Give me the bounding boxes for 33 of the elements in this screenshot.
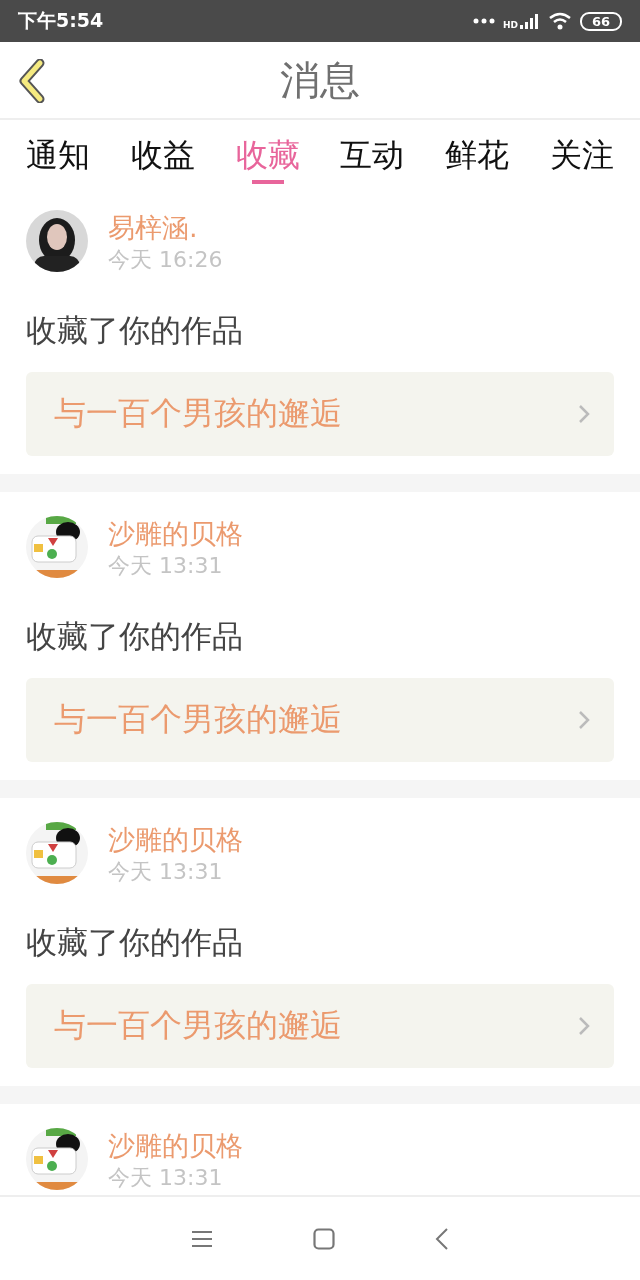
- tab[interactable]: 通知: [26, 120, 90, 190]
- page-title: 消息: [280, 55, 360, 105]
- user-name[interactable]: 沙雕的贝格: [108, 1128, 243, 1164]
- tab[interactable]: 关注: [550, 120, 614, 190]
- message-text: 收藏了你的作品: [26, 923, 244, 962]
- back-icon[interactable]: [435, 1226, 449, 1251]
- wifi-icon: [547, 12, 572, 30]
- chevron-right-icon: [578, 710, 590, 730]
- work-link[interactable]: 与一百个男孩的邂逅: [26, 678, 614, 762]
- tab[interactable]: 收藏: [235, 120, 300, 190]
- battery-indicator: 66: [579, 11, 622, 31]
- tab[interactable]: 鲜花: [445, 120, 510, 190]
- user-name[interactable]: 沙雕的贝格: [108, 516, 243, 552]
- menu-icon[interactable]: [191, 1229, 213, 1248]
- message-time: 今天 13:31: [108, 858, 224, 886]
- dots-icon: [472, 18, 495, 24]
- tab[interactable]: 互动: [340, 120, 405, 190]
- network-type: HD: [502, 19, 518, 30]
- work-link[interactable]: 与一百个男孩的邂逅: [26, 372, 614, 456]
- user-name[interactable]: 易梓涵.: [108, 210, 223, 246]
- work-link[interactable]: 与一百个男孩的邂逅: [26, 984, 614, 1068]
- chevron-right-icon: [578, 1016, 590, 1036]
- home-icon[interactable]: [313, 1227, 335, 1250]
- message-text: 收藏了你的作品: [26, 617, 244, 656]
- tab[interactable]: 收益: [130, 120, 195, 190]
- message-time: 今天 13:31: [108, 552, 224, 580]
- message-text: 收藏了你的作品: [26, 311, 244, 350]
- message-time: 今天 13:31: [108, 1164, 224, 1192]
- user-name[interactable]: 沙雕的贝格: [108, 822, 243, 858]
- clock: 下午5:54: [18, 8, 104, 33]
- signal-icon: [519, 13, 540, 29]
- message-time: 今天 16:26: [108, 246, 223, 274]
- chevron-right-icon: [578, 404, 590, 424]
